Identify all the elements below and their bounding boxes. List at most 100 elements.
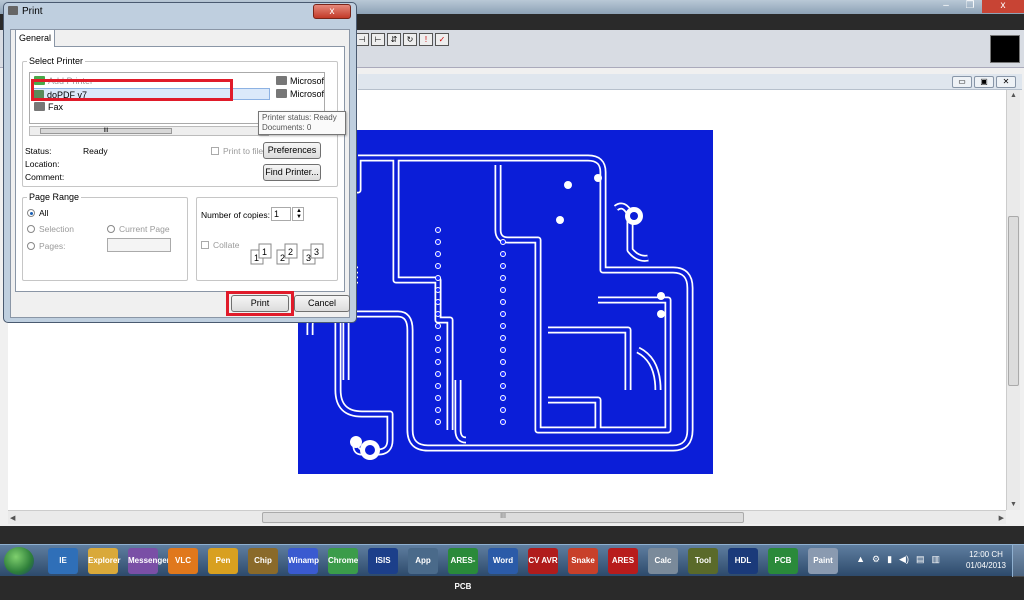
- calc-icon[interactable]: Calc: [648, 548, 678, 574]
- child-window-bar: ▭ ▣ ✕: [358, 74, 1022, 90]
- volume-icon[interactable]: ◀): [899, 554, 909, 565]
- ares-icon[interactable]: ARES: [608, 548, 638, 574]
- collate-checkbox[interactable]: Collate: [201, 240, 239, 250]
- find-printer-button[interactable]: Find Printer...: [263, 164, 321, 181]
- preferences-button[interactable]: Preferences: [263, 142, 321, 159]
- rotate-icon[interactable]: ↻: [403, 33, 417, 46]
- list-item[interactable]: Microsoft X: [276, 88, 325, 100]
- horizontal-scrollbar[interactable]: ◀ III ▶: [8, 510, 1006, 524]
- scroll-right-icon[interactable]: ▶: [999, 514, 1004, 522]
- collate-pages-icon: 1 1 2 2 3 3: [250, 243, 324, 265]
- tray-app-icon[interactable]: ⚙: [872, 554, 880, 565]
- messenger-icon[interactable]: Messenger: [128, 548, 170, 574]
- vertical-scrollbar[interactable]: ▲ ▼: [1006, 90, 1020, 510]
- dialog-title: Print: [8, 6, 43, 17]
- paint-icon[interactable]: Paint: [808, 548, 838, 574]
- checkbox-icon: [201, 241, 209, 249]
- abc-icon[interactable]: ✓: [435, 33, 449, 46]
- radio-icon: [27, 242, 35, 250]
- radio-selected-icon: [27, 209, 35, 217]
- copies-spinner[interactable]: ▲ ▼: [292, 207, 304, 221]
- scroll-down-icon[interactable]: ▼: [1010, 501, 1017, 508]
- tooltip-documents: Documents: 0: [262, 123, 312, 132]
- copies-input[interactable]: 1: [271, 207, 291, 221]
- tray-keyboard-icon[interactable]: ▤: [916, 554, 925, 565]
- child-close-button[interactable]: ✕: [996, 76, 1016, 88]
- ares-pcb-icon[interactable]: ARES-PCB: [448, 548, 478, 591]
- radio-pages[interactable]: Pages:: [27, 241, 65, 251]
- drc-icon[interactable]: !: [419, 33, 433, 46]
- pcb-layout[interactable]: [298, 130, 713, 474]
- print-dialog: Print x General Select Printer Add Print…: [3, 2, 357, 323]
- pages-input[interactable]: [107, 238, 171, 252]
- list-item[interactable]: Microsoft X: [276, 75, 325, 87]
- location-label: Location:: [25, 159, 60, 169]
- radio-selection[interactable]: Selection: [27, 224, 74, 234]
- horizontal-scroll-thumb[interactable]: III: [262, 512, 744, 523]
- collate-page-2b: 2: [288, 247, 293, 257]
- tab-general[interactable]: General: [15, 29, 55, 47]
- chrome-icon[interactable]: Chrome: [328, 548, 358, 574]
- clock-time: 12:00 CH: [969, 550, 1003, 559]
- toolbar-strip: ⊣ ⊢ ⇵ ↻ ! ✓: [355, 33, 449, 46]
- start-button[interactable]: [4, 547, 34, 575]
- dialog-close-button[interactable]: x: [313, 4, 351, 19]
- printer-list-scroll-thumb[interactable]: III: [40, 128, 172, 134]
- select-printer-label: Select Printer: [27, 56, 86, 66]
- tray-network-icon[interactable]: ▥: [931, 554, 940, 565]
- tray-battery-icon[interactable]: ▮: [887, 554, 892, 565]
- collate-page-3b: 3: [314, 247, 319, 257]
- minimize-button[interactable]: –: [934, 0, 958, 13]
- app-icon[interactable]: App: [408, 548, 438, 574]
- collate-label: Collate: [213, 240, 240, 250]
- close-button[interactable]: x: [982, 0, 1024, 13]
- explorer-icon[interactable]: Explorer: [88, 548, 120, 574]
- snake-icon[interactable]: Snake: [568, 548, 598, 574]
- radio-all[interactable]: All: [27, 208, 48, 218]
- printer-list-scrollbar[interactable]: III: [29, 126, 269, 136]
- child-restore-button[interactable]: ▣: [974, 76, 994, 88]
- show-desktop-button[interactable]: [1012, 545, 1024, 577]
- layer-color-swatch[interactable]: [990, 35, 1020, 63]
- radio-current-page[interactable]: Current Page: [107, 224, 170, 234]
- radio-all-label: All: [39, 208, 49, 218]
- collate-page-1b: 1: [262, 247, 267, 257]
- print-to-file-checkbox[interactable]: Print to file: [211, 146, 263, 156]
- fax-icon: [34, 102, 45, 111]
- hdl-icon[interactable]: HDL: [728, 548, 758, 574]
- pcb-icon[interactable]: PCB: [768, 548, 798, 574]
- dialog-title-text: Print: [22, 6, 43, 17]
- ie-icon[interactable]: IE: [48, 548, 78, 574]
- flip-icon[interactable]: ⇵: [387, 33, 401, 46]
- status-label: Status:: [25, 146, 52, 156]
- printer-status-tooltip: Printer status: Ready Documents: 0: [258, 111, 346, 135]
- radio-current-page-label: Current Page: [119, 224, 170, 234]
- print-button-highlight-box: [226, 291, 294, 316]
- printer-name: Fax: [48, 102, 64, 112]
- mirror-icon[interactable]: ⊢: [371, 33, 385, 46]
- chip-icon[interactable]: Chip: [248, 548, 278, 574]
- tool-icon[interactable]: Tool: [688, 548, 718, 574]
- scroll-left-icon[interactable]: ◀: [10, 514, 15, 522]
- cancel-button[interactable]: Cancel: [294, 295, 350, 312]
- list-item[interactable]: Fax: [34, 101, 63, 113]
- isis-icon[interactable]: ISIS: [368, 548, 398, 574]
- radio-pages-label: Pages:: [39, 241, 66, 251]
- scroll-up-icon[interactable]: ▲: [1010, 92, 1017, 99]
- printer-name: Microsoft X: [290, 76, 325, 86]
- radio-icon: [27, 225, 35, 233]
- tray-expand-icon[interactable]: ▲: [856, 554, 865, 565]
- cv-avr-icon[interactable]: CV AVR: [528, 548, 558, 574]
- pen-icon[interactable]: Pen: [208, 548, 238, 574]
- vertical-scroll-thumb[interactable]: [1008, 216, 1019, 386]
- restore-button[interactable]: ❐: [958, 0, 982, 13]
- align-icon[interactable]: ⊣: [355, 33, 369, 46]
- clock[interactable]: 12:00 CH 01/04/2013: [966, 549, 1006, 571]
- printer-name: Microsoft X: [290, 89, 325, 99]
- print-to-file-label: Print to file: [223, 146, 264, 156]
- winamp-icon[interactable]: Winamp: [288, 548, 319, 574]
- word-icon[interactable]: Word: [488, 548, 518, 574]
- vlc-icon[interactable]: VLC: [168, 548, 198, 574]
- printer-icon: [276, 89, 287, 98]
- child-minimize-button[interactable]: ▭: [952, 76, 972, 88]
